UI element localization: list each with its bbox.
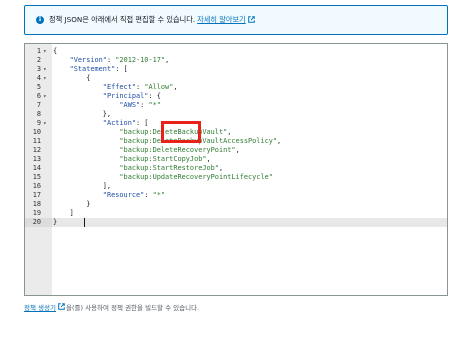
line-number: 13 [32, 155, 41, 163]
code-line: 17 "Resource": "*" [25, 191, 447, 200]
external-link-icon[interactable] [247, 15, 255, 25]
code-line: 13 "backup:StartCopyJob", [25, 155, 447, 164]
code-line: 15 "backup:UpdateRecoveryPointLifecycle" [25, 173, 447, 182]
code-text: "backup:DeleteRecoveryPoint", [119, 146, 240, 154]
code-text: "Statement": [ [69, 65, 128, 73]
fold-toggle-icon[interactable]: ▾ [43, 47, 47, 56]
line-number: 2 [36, 56, 41, 64]
line-number: 4 [36, 74, 41, 82]
code-line: 8 }, [25, 110, 447, 119]
line-number: 14 [32, 164, 41, 172]
fold-toggle-icon[interactable]: ▾ [43, 74, 47, 83]
code-line: 4 ▾ { [25, 74, 447, 83]
code-text: "Principal": { [102, 92, 161, 100]
line-number: 18 [32, 200, 41, 208]
code-text: "backup:StartCopyJob", [119, 155, 211, 163]
policy-generator-link[interactable]: 정책 생성기 [24, 302, 56, 312]
line-number: 1 [36, 47, 41, 55]
code-line: 14 "backup:StartRestoreJob", [25, 164, 447, 173]
line-number: 16 [32, 182, 41, 190]
line-number: 6 [36, 92, 41, 100]
code-line: 3 ▾ "Statement": [ [25, 65, 447, 74]
line-number: 5 [36, 83, 41, 91]
code-text: }, [53, 110, 112, 118]
footer-text: 을(를) 사용하여 정책 권한을 빌드할 수 있습니다. [65, 304, 200, 312]
line-number: 3 [36, 65, 41, 73]
learn-more-link[interactable]: 자세히 알아보기 [197, 15, 246, 25]
code-text: "AWS": "*" [119, 101, 161, 109]
code-line: 19 ] [25, 209, 447, 218]
footer-hint: 정책 생성기 을(를) 사용하여 정책 권한을 빌드할 수 있습니다. [24, 302, 199, 312]
line-number: 12 [32, 146, 41, 154]
code-text: "backup:UpdateRecoveryPointLifecycle" [119, 173, 273, 181]
fold-toggle-icon[interactable]: ▾ [43, 65, 47, 74]
code-line: 20} [25, 218, 447, 227]
text-cursor [84, 218, 85, 227]
effect-allow-highlight [161, 121, 201, 143]
code-text: } [53, 200, 91, 208]
code-text: { [53, 47, 58, 55]
code-text: "Version": "2012-10-17", [69, 56, 170, 64]
line-number: 11 [32, 137, 41, 145]
code-line: 11 "backup:DeleteBackupVaultAccessPolicy… [25, 137, 447, 146]
line-number: 7 [36, 101, 41, 109]
info-text: 정책 JSON은 아래에서 직접 편집할 수 있습니다. [49, 15, 196, 24]
code-line: 16 ], [25, 182, 447, 191]
line-number: 9 [36, 119, 41, 127]
line-number: 8 [36, 110, 41, 118]
line-number: 17 [32, 191, 41, 199]
code-line: 6 ▾ "Principal": { [25, 92, 447, 101]
code-line: 12 "backup:DeleteRecoveryPoint", [25, 146, 447, 155]
code-text: "backup:DeleteBackupVault", [119, 128, 232, 136]
code-text: "Action": [ [102, 119, 149, 127]
code-line: 10 "backup:DeleteBackupVault", [25, 128, 447, 137]
code-line: 7 "AWS": "*" [25, 101, 447, 110]
line-number: 19 [32, 209, 41, 217]
code-line: 2 "Version": "2012-10-17", [25, 56, 447, 65]
code-line: 1 ▾ { [25, 47, 447, 56]
code-line: 18 } [25, 200, 447, 209]
code-text: ], [53, 182, 112, 190]
code-text: "Effect": "Allow", [102, 83, 178, 91]
info-alert: i 정책 JSON은 아래에서 직접 편집할 수 있습니다. 자세히 알아보기 [24, 5, 448, 35]
fold-toggle-icon[interactable]: ▾ [43, 119, 47, 128]
external-link-icon[interactable] [58, 302, 65, 312]
code-text: ] [53, 209, 74, 217]
code-text: { [53, 74, 91, 82]
code-line: 5 "Effect": "Allow", [25, 83, 447, 92]
code-lines: 1 ▾{2 "Version": "2012-10-17", 3 ▾ "Stateme… [25, 44, 447, 295]
line-number: 15 [32, 173, 41, 181]
code-text: "Resource": "*" [102, 191, 166, 199]
info-icon: i [36, 16, 44, 24]
code-text: "backup:StartRestoreJob", [119, 164, 224, 172]
line-number: 10 [32, 128, 41, 136]
line-number: 20 [32, 218, 41, 226]
code-text: } [53, 218, 58, 226]
fold-toggle-icon[interactable]: ▾ [43, 92, 47, 101]
code-line: 9 ▾ "Action": [ [25, 119, 447, 128]
policy-json-editor[interactable]: 1 ▾{2 "Version": "2012-10-17", 3 ▾ "Stateme… [24, 43, 448, 296]
